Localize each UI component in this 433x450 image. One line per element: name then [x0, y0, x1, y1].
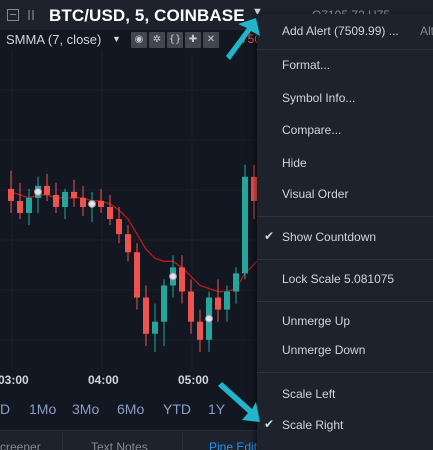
candle-body	[215, 297, 221, 310]
time-tick: 05:00	[178, 373, 209, 387]
indicator-label[interactable]: SMMA (7, close)	[6, 32, 101, 47]
candle-body	[17, 200, 23, 214]
menu-divider	[257, 259, 433, 260]
candle-body	[44, 185, 50, 195]
marker-layer	[34, 187, 267, 323]
menu-item-label: Compare...	[282, 123, 342, 137]
menu-item-format[interactable]: Format...	[257, 53, 433, 79]
candle-body	[197, 321, 203, 340]
shortcut-hint: Alt	[420, 24, 433, 38]
menu-item-label: Add Alert (7509.99) ...	[282, 24, 399, 38]
context-menu: Add Alert (7509.99) ... Alt Format... Sy…	[257, 14, 433, 450]
checkmark-icon: ✔	[264, 229, 275, 243]
candle-body	[98, 200, 104, 207]
chevron-down-icon[interactable]: ▼	[112, 34, 121, 44]
smma-line-layer	[10, 191, 282, 293]
tab-divider	[62, 433, 63, 450]
menu-item-label: Format...	[282, 58, 331, 72]
range-button-ytd[interactable]: YTD	[163, 401, 191, 417]
range-button-3mo[interactable]: 3Mo	[72, 401, 99, 417]
menu-item-label: Lock Scale 5.081075	[282, 272, 395, 286]
menu-item-label: Scale Left	[282, 387, 336, 401]
menu-divider	[257, 301, 433, 302]
symbol-title[interactable]: BTC/USD, 5, COINBASE	[49, 6, 245, 26]
tab-text-notes[interactable]: Text Notes	[91, 440, 148, 450]
close-icon[interactable]: ✕	[203, 32, 219, 48]
plus-icon[interactable]: ✚	[185, 32, 201, 48]
smma-series-line	[10, 191, 282, 293]
menu-item-label: Unmerge Up	[282, 314, 351, 328]
gear-icon[interactable]: ✲	[149, 32, 165, 48]
candle-body	[152, 321, 158, 334]
candle-body	[224, 291, 230, 310]
price-marker	[34, 187, 42, 196]
time-tick: 03:00	[0, 373, 29, 387]
menu-item-label: Unmerge Down	[282, 343, 366, 357]
price-marker	[205, 314, 213, 323]
candle-body	[8, 188, 14, 201]
candle-body	[143, 297, 149, 334]
eye-icon[interactable]: ◉	[131, 32, 147, 48]
candle-body	[71, 191, 77, 198]
candle-body	[161, 285, 167, 322]
checkmark-icon: ✔	[264, 417, 275, 431]
collapse-pane-icon[interactable]	[7, 9, 19, 21]
menu-item-add-alert[interactable]: Add Alert (7509.99) ... Alt	[257, 19, 433, 45]
menu-item-scale-right[interactable]: ✔ Scale Right	[257, 413, 433, 439]
menu-divider	[257, 49, 433, 50]
candle-body	[80, 197, 86, 207]
candle-body	[53, 194, 59, 207]
menu-item-unmerge-down[interactable]: Unmerge Down	[257, 338, 433, 364]
candle-body	[125, 234, 131, 253]
menu-item-unmerge-up[interactable]: Unmerge Up	[257, 309, 433, 335]
candle-body	[107, 206, 113, 220]
candle-layer	[8, 164, 284, 352]
candle-body	[116, 219, 122, 235]
menu-divider	[257, 372, 433, 373]
menu-item-symbol-info[interactable]: Symbol Info...	[257, 86, 433, 112]
menu-item-scale-left[interactable]: Scale Left	[257, 382, 433, 408]
annotation-arrow-icon	[226, 18, 260, 60]
price-marker	[169, 272, 177, 281]
menu-item-hide[interactable]: Hide	[257, 151, 433, 177]
menu-item-label: Symbol Info...	[282, 91, 356, 105]
time-tick: 04:00	[88, 373, 119, 387]
menu-item-label: Visual Order	[282, 187, 349, 201]
range-button-1mo[interactable]: 1Mo	[29, 401, 56, 417]
candle-body	[188, 291, 194, 322]
menu-item-show-countdown[interactable]: ✔ Show Countdown	[257, 225, 433, 251]
menu-item-lock-scale[interactable]: Lock Scale 5.081075	[257, 267, 433, 293]
candle-body	[26, 197, 32, 214]
candle-body	[233, 273, 239, 292]
source-code-icon[interactable]: {}	[167, 32, 183, 48]
candle-body	[179, 267, 185, 292]
range-button-d[interactable]: D	[0, 401, 10, 417]
menu-item-compare[interactable]: Compare...	[257, 118, 433, 144]
menu-item-label: Scale Right	[282, 418, 344, 432]
candle-body	[134, 252, 140, 298]
range-button-6mo[interactable]: 6Mo	[117, 401, 144, 417]
menu-item-label: Show Countdown	[282, 230, 377, 244]
drag-handle-icon[interactable]	[28, 10, 36, 20]
menu-item-label: Hide	[282, 156, 307, 170]
candle-body	[242, 176, 248, 274]
tab-screener[interactable]: Screener	[0, 440, 41, 450]
price-marker	[88, 199, 96, 208]
annotation-arrow-icon	[218, 382, 260, 422]
menu-item-visual-order[interactable]: Visual Order	[257, 182, 433, 208]
candle-body	[62, 191, 68, 207]
tab-divider	[182, 433, 183, 450]
menu-divider	[257, 216, 433, 217]
